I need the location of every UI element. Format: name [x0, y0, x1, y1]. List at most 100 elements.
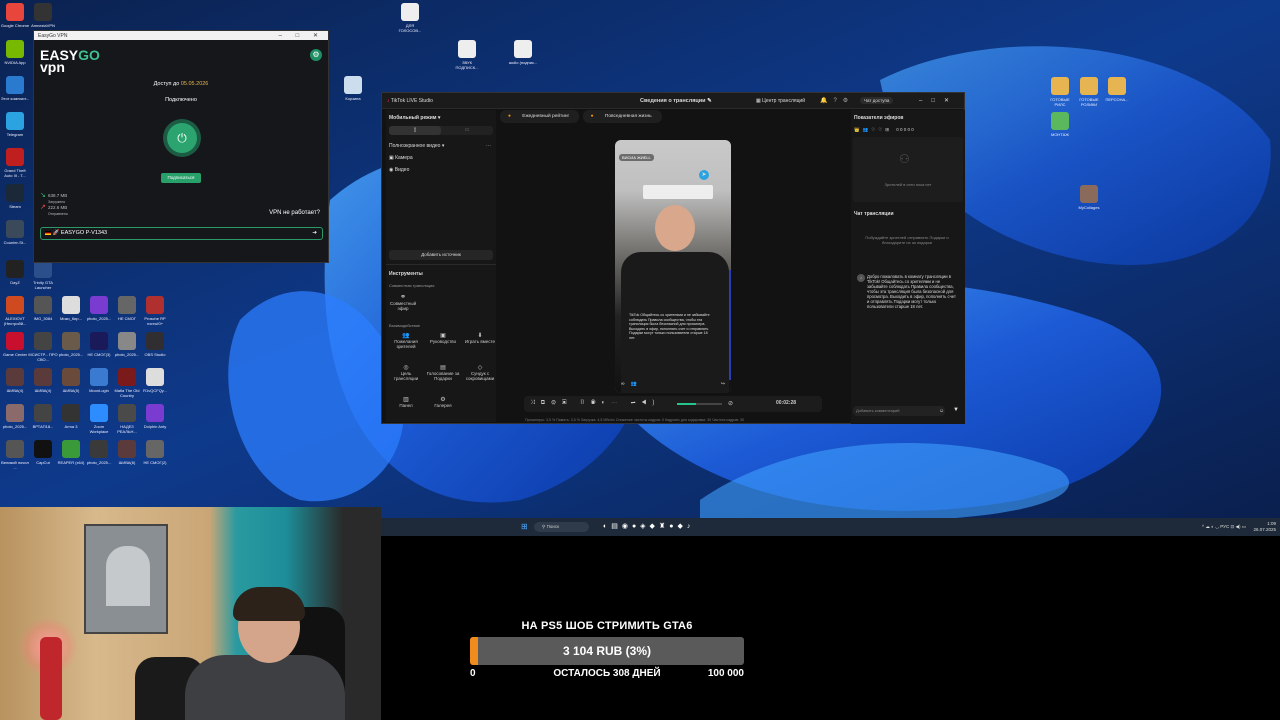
- desktop-icon[interactable]: photo_2025...: [0, 404, 30, 434]
- tts-joint-button[interactable]: ⚭ Совместный эфир: [389, 293, 417, 311]
- tts-window-controls[interactable]: –□✕: [919, 97, 958, 104]
- landscape-icon[interactable]: ▭: [441, 126, 493, 135]
- desktop-icon[interactable]: ВРТАП18...: [28, 404, 58, 434]
- taskbar-search[interactable]: ⚲ Поиск: [534, 522, 589, 532]
- desktop-icon[interactable]: ЗВУК ПОДПИСК...: [452, 40, 482, 70]
- desktop-icon[interactable]: НЕ СМОГ: [112, 296, 142, 326]
- emoji-icon[interactable]: ☺: [939, 408, 944, 414]
- desktop-icon[interactable]: Game Center: [0, 332, 30, 362]
- desktop-icon[interactable]: R1vQCFQy...: [140, 368, 170, 398]
- desktop-icon-label: Dolphin Anty: [143, 424, 167, 429]
- desktop-icon[interactable]: ALEXIOVT (Нестройй...: [0, 296, 30, 326]
- tts-orientation-toggle[interactable]: ▯ ▭: [389, 126, 493, 135]
- tts-topic-tabs: ● Ежедневный рейтинг ● Повседневная жизн…: [500, 110, 664, 123]
- filter-icon[interactable]: ▼: [953, 407, 959, 413]
- desktop-icon[interactable]: photo_2025...: [84, 440, 114, 470]
- tts-comment-input[interactable]: Добавить комментарий: [853, 406, 945, 416]
- tts-add-source-button[interactable]: Добавить источник: [389, 250, 493, 260]
- vpn-logo: EASYGO vpn: [40, 48, 100, 74]
- desktop-icon[interactable]: ШИВА(5): [56, 368, 86, 398]
- tts-scene-select[interactable]: Полноэкранное видео ▾: [389, 143, 444, 149]
- desktop-icon[interactable]: Mafia The Old Country: [112, 368, 142, 398]
- desktop-icon[interactable]: ШИВА(6): [112, 440, 142, 470]
- mic-off-icon[interactable]: ⊘: [728, 400, 733, 407]
- desktop-icon[interactable]: Google Chrome: [0, 3, 30, 33]
- desktop-icon[interactable]: НАДЕЗ РЕАЛЬН...: [112, 404, 142, 434]
- tts-broadcast-center[interactable]: ▦ Центр трансляций: [756, 98, 805, 104]
- desktop-icon[interactable]: ШИВА(4): [0, 368, 30, 398]
- tts-profile[interactable]: Чат доступа: [860, 97, 894, 104]
- desktop-icon[interactable]: ДЛЯ ГОЛОСОВ...: [395, 3, 425, 33]
- desktop-icon[interactable]: Telegram: [0, 112, 30, 142]
- vpn-server-select[interactable]: 🚀 EASYGO P-V1343 ➔: [40, 227, 323, 240]
- desktop-icon[interactable]: Корзина: [338, 76, 368, 106]
- desktop-icon[interactable]: Trinity GTA Launcher: [28, 260, 58, 290]
- tts-control-icons[interactable]: ⤨⧉⚙▣ ▯◉◐⋯ ⇌◀): [530, 400, 660, 407]
- desktop-icon[interactable]: Великий ночил ...: [0, 440, 30, 470]
- desktop-icon[interactable]: Arma 3: [56, 404, 86, 434]
- tts-source-camera[interactable]: ▣ Камера: [389, 155, 413, 161]
- more-icon[interactable]: ⋯: [486, 143, 491, 149]
- desktop-icon[interactable]: Grand Theft Auto III - T...: [0, 148, 30, 178]
- windows-start-icon[interactable]: ⊞: [521, 522, 528, 531]
- desktop-icon[interactable]: AmneziaVPN: [28, 3, 58, 33]
- desktop-icon[interactable]: photo_2025...: [84, 296, 114, 326]
- volume-slider[interactable]: [677, 403, 722, 405]
- vpn-settings-icon[interactable]: ⚙: [310, 49, 322, 61]
- tool-button[interactable]: ◎ Цель трансляции: [389, 364, 423, 381]
- tool-button[interactable]: ▤ Голосование за Подарки: [426, 364, 460, 381]
- desktop-icon[interactable]: МОНТАЖ: [1045, 112, 1075, 142]
- tts-toolbar-icons[interactable]: 🔔?⚙: [820, 97, 854, 104]
- desktop-icon[interactable]: photo_2025...: [112, 332, 142, 362]
- system-tray[interactable]: ^ ☁ ◐ ◡ РУС ⊡ ◀) ▭: [1202, 524, 1246, 530]
- desktop-icon[interactable]: Мики_Кир...: [56, 296, 86, 326]
- desktop-icon[interactable]: Prosche RP гисты!0+: [140, 296, 170, 326]
- tts-mode-select[interactable]: Мобильный режим ▾: [389, 115, 440, 121]
- tool-button[interactable]: ⬇ Играть вместе: [463, 332, 497, 344]
- desktop-icon[interactable]: ГОТОВЫЕ РОЛИКИ: [1074, 77, 1104, 107]
- tab-daily-rating[interactable]: ● Ежедневный рейтинг: [500, 110, 580, 123]
- tool-button[interactable]: ▣ Руководство: [426, 332, 460, 344]
- doc-icon: [458, 40, 476, 58]
- desktop-icon[interactable]: НЕ СМОГ(2): [140, 440, 170, 470]
- tts-live-preview[interactable]: ВИСИА ЖИЕLL ➤ TikTok Общайтесь со зрител…: [615, 140, 731, 393]
- tool-button[interactable]: ◇ Сундук с сокровищами: [463, 364, 497, 381]
- desktop-icon[interactable]: ПЕРСОНА...: [1102, 77, 1132, 107]
- desktop-icon[interactable]: МСИСТР... ПРО СВО...: [28, 332, 58, 362]
- desktop-icon[interactable]: ШИВА(4): [28, 368, 58, 398]
- desktop-icon[interactable]: Counter-St...: [0, 220, 30, 250]
- tab-daily-life[interactable]: ● Повседневная жизнь: [582, 110, 662, 123]
- desktop-icon[interactable]: CapCut: [28, 440, 58, 470]
- desktop-icon[interactable]: audio (подпис...: [508, 40, 538, 70]
- tool-button[interactable]: ⚙ Галерея: [426, 396, 460, 408]
- desktop-icon-label: IMG_3084: [33, 316, 53, 321]
- tool-button[interactable]: ▥ Панел: [389, 396, 423, 408]
- desktop-icon[interactable]: IMG_3084: [28, 296, 58, 326]
- taskbar-apps[interactable]: ◐▤◉●◈◆♜●◆♪: [603, 522, 694, 530]
- desktop-icon[interactable]: Этот компьют...: [0, 76, 30, 106]
- desktop-icon[interactable]: ГОТОВЫЕ РИЛС: [1045, 77, 1075, 107]
- portrait-icon[interactable]: ▯: [389, 126, 441, 135]
- vpn-window-controls[interactable]: – □ ✕: [279, 32, 324, 39]
- desktop-icon[interactable]: Zoom Workplace: [84, 404, 114, 434]
- desktop-icon[interactable]: MyCollages: [1074, 185, 1104, 215]
- desktop-icon[interactable]: НЕ СМОГ(3): [84, 332, 114, 362]
- tts-source-video[interactable]: ◉ Видео: [389, 167, 409, 173]
- desktop-icon-label: CapCut: [36, 460, 50, 465]
- tts-stream-info[interactable]: Сведения о трансляции ✎: [640, 98, 712, 104]
- desktop-icon-label: Великий ночил ...: [1, 460, 29, 470]
- desktop-icon[interactable]: MoonLogin: [84, 368, 114, 398]
- desktop-icon[interactable]: photo_2025...: [56, 332, 86, 362]
- recycle-bin-icon: [344, 76, 362, 94]
- vpn-subscribe-button[interactable]: Подписаться: [161, 173, 201, 183]
- tool-button[interactable]: 👥 Пожелания зрителей: [389, 332, 423, 349]
- desktop-icon[interactable]: NVIDIA App: [0, 40, 30, 70]
- vpn-power-button[interactable]: ⏻: [167, 123, 197, 153]
- taskbar-clock[interactable]: 1:09 26.07.2025: [1253, 521, 1276, 533]
- desktop-icon[interactable]: Dolphin Anty: [140, 404, 170, 434]
- vpn-not-working-link[interactable]: VPN не работает?: [269, 210, 320, 216]
- desktop-icon[interactable]: REAPER (x64): [56, 440, 86, 470]
- desktop-icon[interactable]: OBS Studio: [140, 332, 170, 362]
- desktop-icon[interactable]: DayZ: [0, 260, 30, 290]
- desktop-icon[interactable]: Steam: [0, 184, 30, 214]
